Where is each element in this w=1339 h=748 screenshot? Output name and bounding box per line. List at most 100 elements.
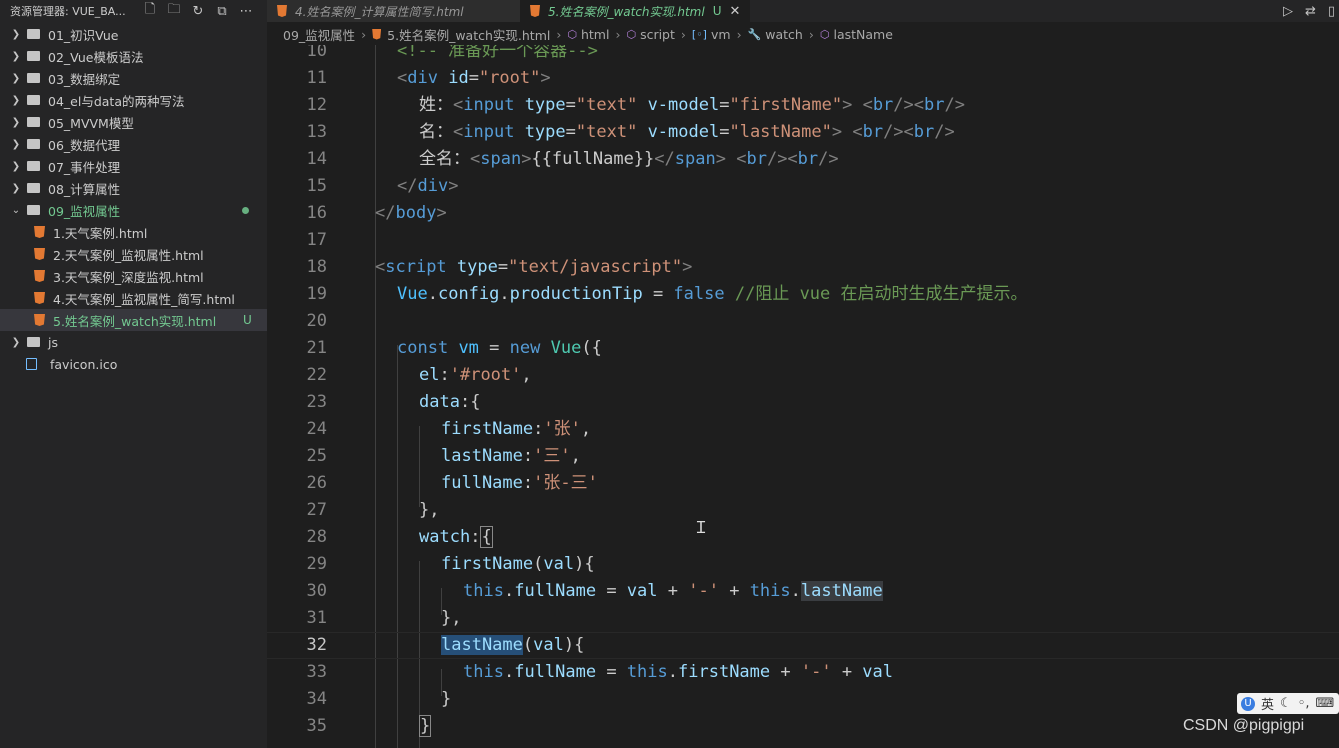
compare-icon[interactable]: ⇄: [1305, 4, 1316, 19]
text-cursor-icon: Ｉ: [693, 518, 710, 537]
code-token: '张-三': [533, 473, 598, 493]
chevron-right-icon: ›: [615, 26, 621, 42]
code-token: '#root': [449, 365, 522, 385]
watermark: CSDN @pigpigpi: [1183, 717, 1305, 734]
tree-folder[interactable]: ❯ 06_数据代理: [0, 133, 267, 155]
breadcrumb-item[interactable]: 09_监视属性: [283, 25, 355, 44]
tree-file[interactable]: favicon.ico: [0, 353, 267, 375]
tree-file-selected[interactable]: 5.姓名案例_watch实现.html U: [0, 309, 267, 331]
explorer-sidebar: 资源管理器: VUE_BA... 🗋 🗀 ↻ ⧉ ⋯ ❯ 01_初识Vue ❯ 02…: [0, 0, 267, 748]
tree-file[interactable]: 1.天气案例.html: [0, 221, 267, 243]
code-editor[interactable]: 10 <!-- 准备好一个容器--> 11 <div id="root"> 12 姓：…: [267, 45, 1339, 748]
code-token: br: [797, 149, 819, 169]
tree-folder[interactable]: ❯ 08_计算属性: [0, 177, 267, 199]
code-token: const: [397, 338, 449, 358]
code-line: 33 this.fullName = this.firstName + '-' +…: [267, 659, 1339, 686]
tree-folder-open[interactable]: ⌄ 09_监视属性: [0, 199, 267, 221]
folder-icon: [27, 139, 40, 149]
code-line-current: 32 lastName(val){: [267, 632, 1339, 659]
line-number: 20: [306, 311, 327, 331]
chevron-right-icon: ❯: [11, 72, 21, 84]
tree-file[interactable]: 4.天气案例_监视属性_简写.html: [0, 287, 267, 309]
code-token: firstName: [441, 554, 534, 574]
code-token: val: [533, 635, 564, 655]
tree-file[interactable]: 3.天气案例_深度监视.html: [0, 265, 267, 287]
new-folder-icon[interactable]: 🗀: [166, 2, 182, 19]
chevron-right-icon: ❯: [11, 50, 21, 62]
chevron-down-icon: ⌄: [11, 204, 21, 216]
file-label: 4.天气案例_监视属性_简写.html: [53, 291, 235, 307]
code-token: "text/javascript": [508, 257, 683, 277]
tree-folder[interactable]: ❯ 03_数据绑定: [0, 67, 267, 89]
folder-icon: [27, 161, 40, 171]
tree-folder[interactable]: ❯ 07_事件处理: [0, 155, 267, 177]
line-number: 28: [306, 527, 327, 547]
punctuation-icon[interactable]: ◦,: [1298, 696, 1310, 711]
tree-folder[interactable]: ❯ 05_MVVM模型: [0, 111, 267, 133]
html5-icon: [277, 5, 287, 17]
breadcrumb-item[interactable]: html: [581, 27, 609, 42]
more-icon[interactable]: ⋯: [238, 3, 254, 19]
moon-icon[interactable]: ☾: [1280, 696, 1292, 711]
code-line: 27},: [267, 497, 1339, 524]
chevron-right-icon: ❯: [11, 94, 21, 106]
tree-file[interactable]: 2.天气案例_监视属性.html: [0, 243, 267, 265]
chevron-right-icon: ❯: [11, 160, 21, 172]
code-token: 全名：: [419, 149, 470, 169]
tree-folder[interactable]: ❯ 01_初识Vue: [0, 23, 267, 45]
ime-toolbar[interactable]: U 英 ☾ ◦, ⌨: [1237, 693, 1339, 714]
code-line: 20: [267, 308, 1339, 335]
code-token: span: [674, 149, 716, 169]
split-editor-icon[interactable]: ▯: [1328, 4, 1335, 19]
modified-dot: [242, 207, 249, 214]
line-number: 31: [306, 608, 327, 628]
code-line: 13 名：<input type="text" v-model="lastName…: [267, 119, 1339, 146]
folder-icon: [27, 95, 40, 105]
code-token: 名：: [419, 122, 453, 142]
code-token: '三': [533, 446, 571, 466]
code-token: div: [407, 68, 438, 88]
code-token: fullName: [514, 662, 597, 682]
tree-folder[interactable]: ❯ js: [0, 331, 267, 353]
code-token: input: [463, 95, 515, 115]
keyboard-icon[interactable]: ⌨: [1315, 696, 1334, 711]
code-token: this: [463, 662, 504, 682]
html5-icon: [34, 248, 45, 260]
breadcrumb-item[interactable]: vm: [711, 27, 731, 42]
refresh-icon[interactable]: ↻: [190, 3, 206, 19]
folder-icon: [27, 29, 40, 39]
code-token: br: [746, 149, 767, 169]
line-number: 18: [306, 257, 327, 277]
folder-label: 01_初识Vue: [48, 27, 119, 43]
html5-icon: [34, 226, 45, 238]
tab-watch[interactable]: 5.姓名案例_watch实现.html U ✕: [520, 0, 751, 22]
code-token: 姓：: [419, 95, 453, 115]
new-file-icon[interactable]: 🗋: [142, 2, 158, 19]
code-line: 24 firstName:'张',: [267, 416, 1339, 443]
folder-label: 07_事件处理: [48, 159, 121, 175]
code-token: '-': [800, 662, 832, 682]
breadcrumb-item[interactable]: watch: [765, 27, 803, 42]
code-token: id: [448, 68, 469, 88]
line-number: 30: [306, 581, 327, 601]
code-token: val: [626, 581, 658, 601]
file-label: 5.姓名案例_watch实现.html: [53, 313, 217, 329]
close-icon[interactable]: ✕: [729, 4, 740, 19]
tab-computed-shorthand[interactable]: 4.姓名案例_计算属性简写.html: [267, 0, 520, 22]
breadcrumb-item[interactable]: 5.姓名案例_watch实现.html: [387, 25, 550, 44]
tree-folder[interactable]: ❯ 04_el与data的两种写法: [0, 89, 267, 111]
collapse-all-icon[interactable]: ⧉: [214, 3, 230, 19]
breadcrumb-item[interactable]: script: [640, 27, 675, 42]
breadcrumb-item[interactable]: lastName: [833, 27, 892, 42]
code-token: lastName: [441, 446, 523, 466]
code-line: 19 Vue.config.productionTip = false //阻止 …: [267, 281, 1339, 308]
code-token: fullName: [514, 581, 597, 601]
code-token: fullName: [441, 473, 523, 493]
line-number: 12: [306, 95, 327, 115]
code-line: 10 <!-- 准备好一个容器-->: [267, 45, 1339, 65]
ime-language[interactable]: 英: [1261, 694, 1274, 713]
run-icon[interactable]: ▷: [1283, 4, 1293, 19]
folder-icon: [27, 183, 40, 193]
tree-folder[interactable]: ❯ 02_Vue模板语法: [0, 45, 267, 67]
code-line: 34}: [267, 686, 1339, 713]
